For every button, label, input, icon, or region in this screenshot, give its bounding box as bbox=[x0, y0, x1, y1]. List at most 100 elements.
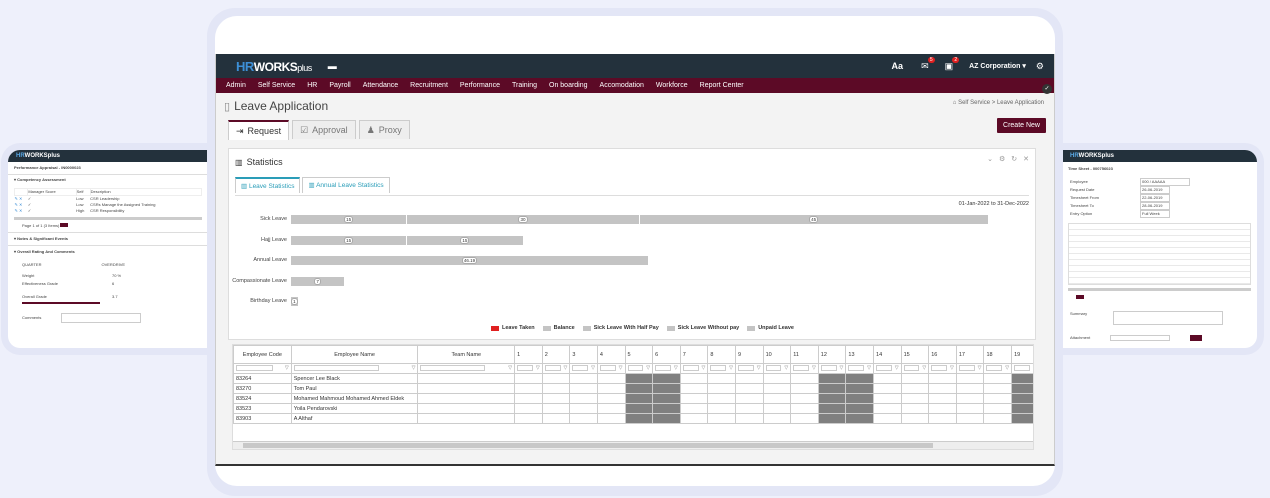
filter-cell[interactable]: ▽ bbox=[596, 363, 626, 374]
col-header-employee-code[interactable]: Employee Code bbox=[233, 345, 292, 364]
col-header-day[interactable]: 8 bbox=[707, 345, 736, 364]
filter-icon[interactable]: ▽ bbox=[729, 365, 733, 371]
col-header-day[interactable]: 5 bbox=[624, 345, 654, 364]
filter-cell[interactable]: ▽ bbox=[845, 363, 875, 374]
menu-item-attendance[interactable]: Attendance bbox=[357, 82, 404, 89]
col-header-day[interactable]: 9 bbox=[734, 345, 764, 364]
col-header-day[interactable]: 10 bbox=[762, 345, 792, 364]
create-new-button[interactable]: Create New bbox=[997, 118, 1046, 133]
filter-icon[interactable]: ▽ bbox=[812, 365, 816, 371]
col-header-day[interactable]: 4 bbox=[596, 345, 626, 364]
filter-icon[interactable]: ▽ bbox=[950, 365, 954, 371]
filter-cell[interactable]: ▽ bbox=[541, 363, 571, 374]
filter-cell[interactable]: ▽ bbox=[900, 363, 930, 374]
col-header-day[interactable]: 13 bbox=[845, 345, 875, 364]
col-header-day[interactable]: 17 bbox=[955, 345, 985, 364]
left-pager[interactable]: Page 1 of 1 (3 Items) bbox=[8, 220, 208, 232]
col-header-day[interactable]: 16 bbox=[928, 345, 957, 364]
scrollbar-thumb[interactable] bbox=[243, 443, 933, 448]
col-header-day[interactable]: 3 bbox=[569, 345, 598, 364]
filter-cell[interactable]: ▽ bbox=[707, 363, 736, 374]
app-logo[interactable]: HRWORKSplus bbox=[236, 59, 312, 74]
grid-horizontal-scrollbar[interactable] bbox=[233, 441, 1033, 449]
col-header-day[interactable]: 6 bbox=[652, 345, 681, 364]
filter-icon[interactable]: ▽ bbox=[412, 365, 416, 371]
filter-icon[interactable]: ▽ bbox=[702, 365, 706, 371]
chart-bar-segment[interactable]: 15 bbox=[291, 215, 408, 224]
filter-cell[interactable]: ▽ bbox=[624, 363, 654, 374]
col-header-day[interactable]: 2 bbox=[541, 345, 571, 364]
legend-balance[interactable]: Balance bbox=[542, 325, 575, 331]
collapse-icon[interactable]: ⌄ bbox=[987, 155, 993, 163]
filter-icon[interactable]: ▽ bbox=[646, 365, 650, 371]
filter-cell[interactable]: ▽ bbox=[762, 363, 792, 374]
refresh-icon[interactable]: ↻ bbox=[1011, 155, 1017, 163]
menu-item-hr[interactable]: HR bbox=[301, 82, 323, 89]
settings-icon[interactable]: ⚙ bbox=[1036, 61, 1044, 72]
filter-icon[interactable]: ▽ bbox=[784, 365, 788, 371]
alerts-icon[interactable]: ✉ 5 bbox=[921, 56, 935, 72]
tab-approval[interactable]: ☑ Approval bbox=[292, 120, 356, 139]
menu-item-workforce[interactable]: Workforce bbox=[650, 82, 694, 89]
pin-icon[interactable]: ✓ bbox=[1042, 84, 1052, 94]
col-header-team-name[interactable]: Team Name bbox=[417, 345, 516, 364]
company-selector[interactable]: AZ Corporation ▾ bbox=[969, 62, 1026, 70]
filter-cell[interactable]: ▽ bbox=[417, 363, 516, 374]
table-row[interactable]: 83523 Yoila Pendarovski bbox=[233, 403, 1033, 414]
legend-unpaid-leave[interactable]: Unpaid Leave bbox=[747, 325, 794, 331]
chart-bar-segment[interactable]: 15 bbox=[407, 235, 524, 245]
chart-bar-segment[interactable]: 46.19 bbox=[291, 256, 649, 265]
right-pager[interactable] bbox=[1062, 291, 1257, 305]
breadcrumb-self-service[interactable]: Self Service bbox=[958, 100, 990, 106]
chart-bar-segment[interactable]: 1 bbox=[291, 297, 299, 306]
filter-icon[interactable]: ▽ bbox=[895, 365, 899, 371]
filter-cell[interactable]: ▽ bbox=[514, 363, 543, 374]
menu-item-onboarding[interactable]: On boarding bbox=[543, 82, 594, 89]
filter-cell[interactable]: ▽ bbox=[569, 363, 598, 374]
table-row[interactable]: 83270 Tom Paul bbox=[233, 383, 1033, 394]
filter-cell[interactable]: ▽ bbox=[928, 363, 957, 374]
filter-icon[interactable]: ▽ bbox=[508, 365, 512, 371]
chart-bar-segment[interactable]: 7 bbox=[291, 276, 346, 286]
filter-icon[interactable]: ▽ bbox=[674, 365, 678, 371]
table-row[interactable]: 83524 Mohamed Mahmoud Mohamed Ahmed Eldek bbox=[233, 393, 1033, 404]
col-header-day[interactable]: 11 bbox=[790, 345, 819, 364]
col-header-day[interactable]: 15 bbox=[900, 345, 930, 364]
left-comments[interactable]: Comments bbox=[8, 305, 208, 331]
right-attachment[interactable]: Attachment bbox=[1062, 331, 1257, 345]
col-header-employee-name[interactable]: Employee Name bbox=[290, 345, 419, 364]
filter-icon[interactable]: ▽ bbox=[619, 365, 623, 371]
filter-icon[interactable]: ▽ bbox=[978, 365, 982, 371]
menu-item-self-service[interactable]: Self Service bbox=[252, 82, 301, 89]
col-header-day[interactable]: 14 bbox=[873, 345, 902, 364]
right-summary[interactable]: Summary bbox=[1062, 305, 1257, 331]
menu-item-payroll[interactable]: Payroll bbox=[323, 82, 356, 89]
tab-leave-statistics[interactable]: ▥ Leave Statistics bbox=[235, 177, 301, 193]
config-icon[interactable]: ⚙ bbox=[999, 155, 1005, 163]
filter-icon[interactable]: ▽ bbox=[840, 365, 844, 371]
menu-item-recruitment[interactable]: Recruitment bbox=[404, 82, 454, 89]
menu-item-report-center[interactable]: Report Center bbox=[694, 82, 750, 89]
chart-bar-segment[interactable]: 30 bbox=[407, 215, 640, 224]
col-header-day[interactable]: 19 bbox=[1011, 345, 1033, 364]
filter-cell[interactable]: ▽ bbox=[734, 363, 764, 374]
chart-bar-segment[interactable]: 15 bbox=[291, 235, 408, 245]
filter-icon[interactable]: ▽ bbox=[867, 365, 871, 371]
filter-cell[interactable]: ▽ bbox=[955, 363, 985, 374]
tab-request[interactable]: ⇥ Request bbox=[228, 120, 290, 140]
menu-item-performance[interactable]: Performance bbox=[454, 82, 506, 89]
filter-icon[interactable]: ▽ bbox=[1033, 365, 1034, 371]
close-icon[interactable]: ✕ bbox=[1023, 155, 1029, 163]
menu-item-accomodation[interactable]: Accomodation bbox=[594, 82, 650, 89]
tab-proxy[interactable]: ♟ Proxy bbox=[358, 120, 410, 139]
legend-leave-taken[interactable]: Leave Taken bbox=[491, 325, 535, 331]
filter-cell[interactable]: ▽ bbox=[790, 363, 819, 374]
filter-icon[interactable]: ▽ bbox=[536, 365, 540, 371]
filter-cell[interactable]: ▽ bbox=[983, 363, 1013, 374]
col-header-day[interactable]: 18 bbox=[983, 345, 1013, 364]
filter-icon[interactable]: ▽ bbox=[757, 365, 761, 371]
table-row[interactable]: 83264 Spencer Lee Black bbox=[233, 373, 1033, 384]
filter-cell[interactable]: ▽ bbox=[233, 363, 292, 374]
filter-icon[interactable]: ▽ bbox=[1005, 365, 1009, 371]
folder-icon[interactable]: ▬ bbox=[328, 61, 337, 71]
